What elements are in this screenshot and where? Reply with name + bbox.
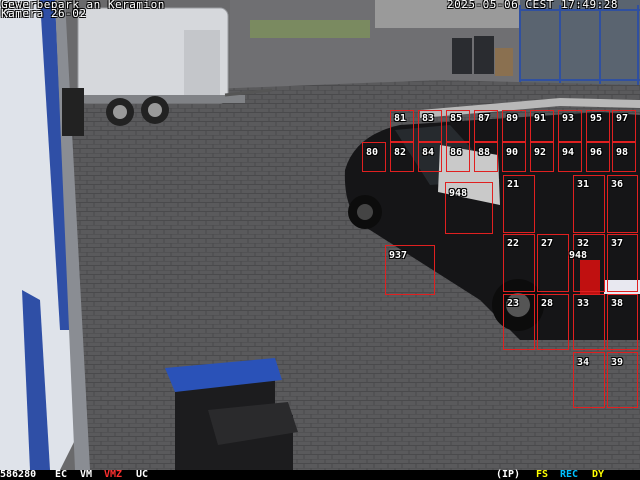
status-fs: FS (536, 469, 549, 480)
status-vm: VM (80, 469, 93, 480)
zone-label: 37 (611, 238, 624, 249)
motion-zone: 937 (385, 245, 435, 295)
zone-label: 36 (611, 179, 624, 190)
zone-label: 21 (507, 179, 520, 190)
motion-zone: 22 (503, 234, 535, 292)
motion-zone: 93 (558, 110, 582, 142)
zone-label: 31 (577, 179, 590, 190)
motion-zone: 92 (530, 142, 554, 172)
motion-zone: 89 (502, 110, 526, 142)
motion-zone: 90 (502, 142, 526, 172)
motion-zone: 28 (537, 294, 569, 350)
motion-zone: 85 (446, 110, 470, 142)
motion-zone: 23 (503, 294, 535, 350)
zone-label: 28 (541, 298, 554, 309)
camera-label: Kamera 26-02 (1, 7, 87, 20)
zone-label: 96 (590, 147, 603, 158)
motion-zone: 38 (607, 294, 638, 350)
zone-label: 32 (577, 238, 590, 249)
zone-label: 34 (577, 357, 590, 368)
motion-zone: 83 (418, 110, 442, 142)
motion-zone: 98 (612, 142, 636, 172)
zone-label: 82 (394, 147, 407, 158)
zone-label: 89 (506, 113, 519, 124)
motion-zone: 37 (607, 234, 638, 292)
datetime-label: 2025-05-06 CEST 17:49:28 (447, 0, 618, 11)
zone-label: 93 (562, 113, 575, 124)
zone-label: 27 (541, 238, 554, 249)
motion-zone: 31 (573, 175, 605, 233)
zone-label: 38 (611, 298, 624, 309)
zone-label: 22 (507, 238, 520, 249)
motion-zone: 34 (573, 352, 605, 408)
status-ip: (IP) (496, 469, 521, 480)
zone-label: 948 (449, 188, 468, 199)
zone-label: 84 (422, 147, 435, 158)
zone-label: 92 (534, 147, 547, 158)
motion-zone: 84 (418, 142, 442, 172)
motion-zone: 87 (474, 110, 498, 142)
zone-label: 90 (506, 147, 519, 158)
zone-label: 87 (478, 113, 491, 124)
zone-label: 86 (450, 147, 463, 158)
zone-label: 33 (577, 298, 590, 309)
zone-label: 95 (590, 113, 603, 124)
zone-label: 98 (616, 147, 629, 158)
status-bar: 586280 EC VM VMZ UC (IP) FS REC DY (0, 470, 640, 480)
motion-zone: 96 (586, 142, 610, 172)
zone-label: 81 (394, 113, 407, 124)
zone-label: 23 (507, 298, 520, 309)
status-ec: EC (55, 469, 68, 480)
motion-zone: 80 (362, 142, 386, 172)
motion-zone: 88 (474, 142, 498, 172)
motion-zone: 81 (390, 110, 414, 142)
status-dy: DY (592, 469, 605, 480)
motion-zone: 36 (607, 175, 638, 233)
motion-zone: 948 (445, 182, 493, 234)
zone-label: 97 (616, 113, 629, 124)
motion-zone: 95 (586, 110, 610, 142)
camera-view: Gewerbepark an Keramion Kamera 26-02 202… (0, 0, 640, 480)
zone-label: 88 (478, 147, 491, 158)
zone-label: 83 (422, 113, 435, 124)
zone-label: 94 (562, 147, 575, 158)
zone-label: 39 (611, 357, 624, 368)
motion-zone: 82 (390, 142, 414, 172)
motion-zone: 94 (558, 142, 582, 172)
zone-label: 948 (569, 250, 588, 261)
motion-zone: 21 (503, 175, 535, 233)
status-uc: UC (136, 469, 149, 480)
status-vmz: VMZ (104, 469, 123, 480)
motion-zone: 948 (555, 248, 588, 268)
motion-zone: 39 (607, 352, 638, 408)
zone-label: 80 (366, 147, 379, 158)
zone-label: 937 (389, 250, 408, 261)
status-rec: REC (560, 469, 579, 480)
frame-counter: 586280 (0, 469, 37, 480)
motion-zone: 91 (530, 110, 554, 142)
motion-zone: 33 (573, 294, 605, 350)
zone-label: 85 (450, 113, 463, 124)
motion-zone: 86 (446, 142, 470, 172)
zone-label: 91 (534, 113, 547, 124)
motion-zone: 97 (612, 110, 636, 142)
